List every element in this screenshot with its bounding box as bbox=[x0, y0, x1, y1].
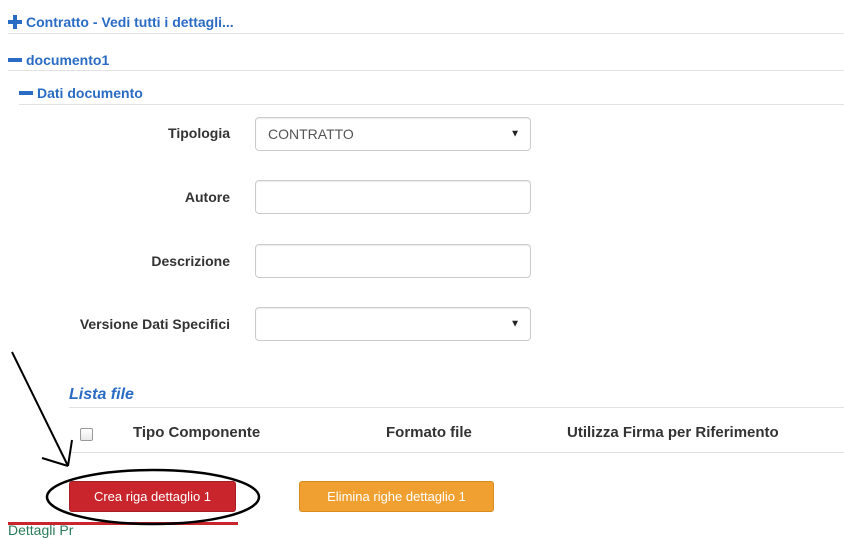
ellipse-annotation bbox=[45, 468, 261, 526]
arrow-annotation bbox=[11, 351, 73, 467]
annotation-overlay bbox=[11, 351, 261, 526]
